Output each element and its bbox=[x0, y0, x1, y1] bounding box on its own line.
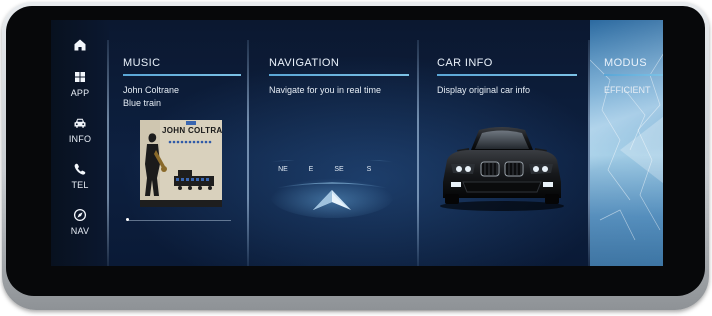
album-cover-text: JOHN COLTRANE bbox=[162, 126, 222, 135]
navigation-card[interactable]: NAVIGATION Navigate for you in real time bbox=[249, 20, 417, 266]
album-cover[interactable]: JOHN COLTRANE bbox=[140, 120, 222, 207]
home-icon bbox=[74, 39, 86, 51]
compass-tick-se: SE bbox=[334, 166, 344, 173]
modus-title: MODUS bbox=[604, 57, 647, 69]
modus-mode: EFFICIENT bbox=[604, 85, 651, 95]
compass-icon bbox=[73, 208, 87, 222]
sidebar-item-tel[interactable]: TEL bbox=[51, 162, 109, 190]
title-underline bbox=[604, 74, 663, 76]
screen: APP INFO TEL NAV MUSIC John Coltrane Blu… bbox=[51, 20, 663, 266]
compass-tick-ne: NE bbox=[278, 166, 288, 173]
car-info-title: CAR INFO bbox=[437, 57, 493, 69]
sidebar-item-home[interactable] bbox=[51, 38, 109, 56]
car-icon bbox=[74, 118, 86, 128]
playback-progress-knob[interactable] bbox=[126, 218, 129, 221]
music-title: MUSIC bbox=[123, 57, 161, 69]
sidebar-item-label: NAV bbox=[70, 226, 90, 236]
artist-name: John Coltrane bbox=[123, 85, 180, 95]
apps-grid-icon bbox=[75, 72, 85, 82]
playback-progress[interactable] bbox=[127, 220, 231, 221]
compass-tick-s: S bbox=[366, 166, 372, 173]
car-image bbox=[440, 127, 564, 211]
compass-tick-e: E bbox=[308, 166, 314, 173]
navigation-title: NAVIGATION bbox=[269, 57, 340, 69]
compass-strip: NE E SE S bbox=[267, 160, 397, 220]
title-underline bbox=[123, 74, 241, 76]
sidebar-item-label: TEL bbox=[71, 180, 89, 190]
car-info-card[interactable]: CAR INFO Display original car info bbox=[419, 20, 588, 266]
sidebar-item-label: INFO bbox=[68, 134, 92, 144]
sidebar-item-nav[interactable]: NAV bbox=[51, 208, 109, 236]
modus-card[interactable]: MODUS EFFICIENT bbox=[590, 20, 663, 266]
phone-icon bbox=[74, 163, 86, 175]
title-underline bbox=[437, 74, 577, 76]
sidebar-item-app[interactable]: APP bbox=[51, 70, 109, 98]
music-card[interactable]: MUSIC John Coltrane Blue train JOHN COLT… bbox=[109, 20, 247, 266]
track-name: Blue train bbox=[123, 98, 162, 108]
sidebar-item-info[interactable]: INFO bbox=[51, 116, 109, 144]
side-menu: APP INFO TEL NAV bbox=[51, 20, 109, 266]
car-info-subtitle: Display original car info bbox=[437, 85, 531, 95]
title-underline bbox=[269, 74, 409, 76]
navigation-subtitle: Navigate for you in real time bbox=[269, 85, 382, 95]
sidebar-item-label: APP bbox=[70, 88, 90, 98]
